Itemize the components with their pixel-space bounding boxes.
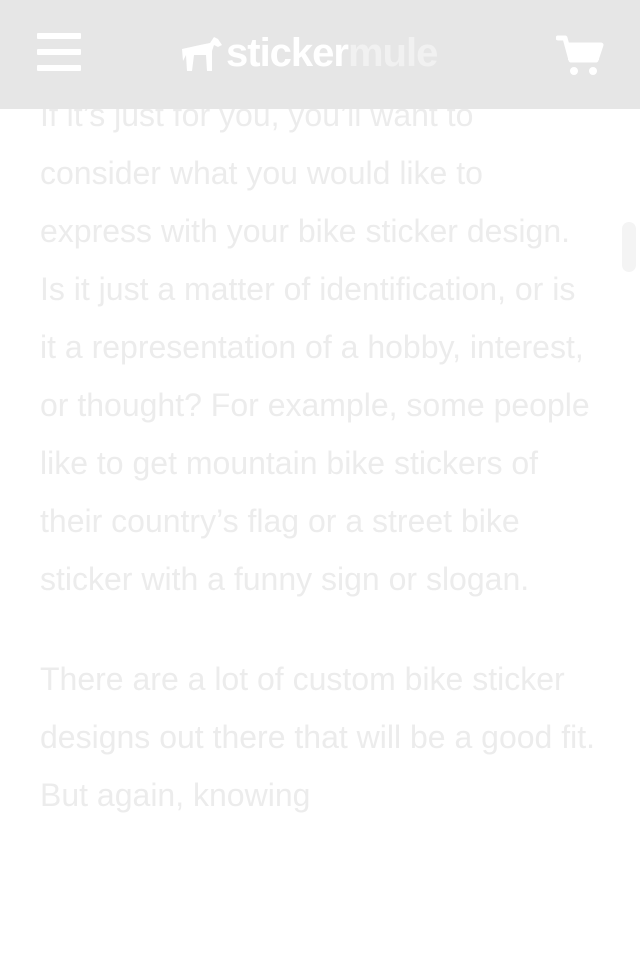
mule-logo-icon <box>182 37 222 71</box>
site-header: sticker mule <box>0 0 640 109</box>
logo-text-sticker: sticker <box>226 31 349 75</box>
article-content: If it’s just for you, you’ll want to con… <box>40 86 600 824</box>
scrollbar[interactable] <box>622 222 636 272</box>
article-paragraph: There are a lot of custom bike sticker d… <box>40 661 596 813</box>
logo-text-mule: mule <box>347 31 438 75</box>
article-paragraph: If it’s just for you, you’ll want to con… <box>40 97 590 597</box>
stickermule-logo[interactable]: sticker mule <box>180 28 438 78</box>
shopping-cart-icon[interactable] <box>555 34 604 78</box>
hamburger-menu-icon[interactable] <box>37 33 81 73</box>
